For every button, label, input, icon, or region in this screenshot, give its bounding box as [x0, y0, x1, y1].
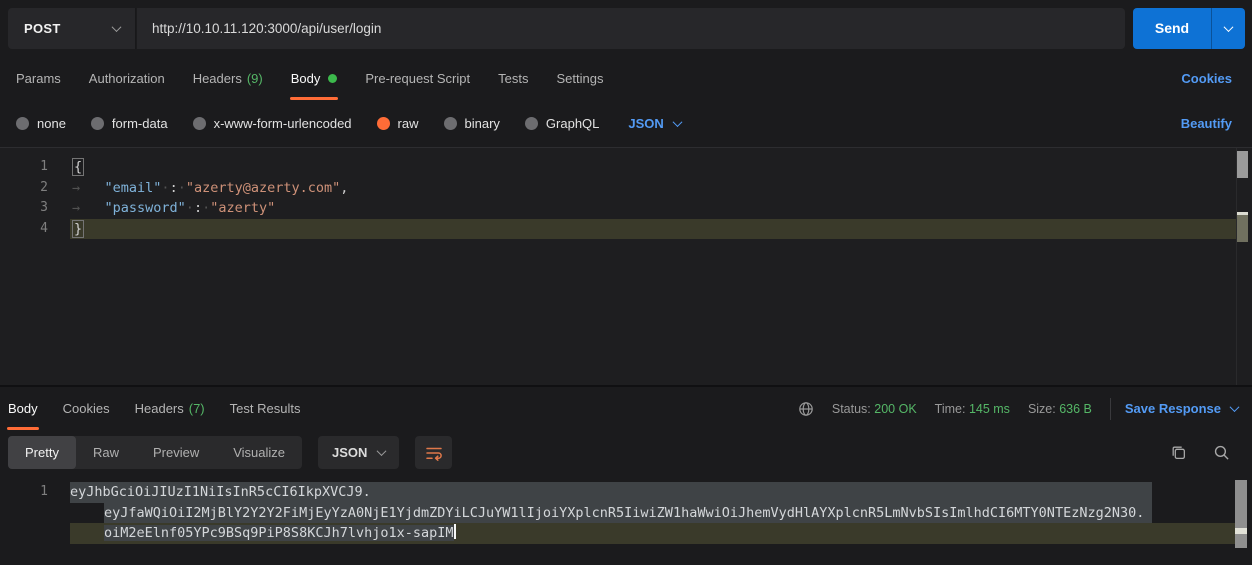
json-key: "password" — [105, 200, 186, 216]
response-tab-headers[interactable]: Headers(7) — [135, 387, 205, 430]
send-options-button[interactable] — [1211, 8, 1245, 49]
tab-body[interactable]: Body — [291, 57, 338, 100]
line-number: 3 — [0, 198, 48, 219]
request-body-editor[interactable]: 1 { 2 → "email"·:·"azerty@azerty.com", 3… — [0, 147, 1252, 385]
line-number: 2 — [0, 178, 48, 199]
view-visualize[interactable]: Visualize — [216, 436, 302, 469]
radio-selected-icon — [377, 117, 390, 130]
line-number: 1 — [0, 482, 48, 503]
response-line-wrapped: eyJfaWQiOiI2MjBlY2Y2Y2FiMjEyYzA0NjE1Yjdm… — [0, 503, 1252, 524]
response-view-switcher: Pretty Raw Preview Visualize — [8, 436, 302, 469]
request-tabs: Params Authorization Headers(9) Body Pre… — [0, 57, 1252, 100]
editor-scrollbar[interactable] — [1237, 151, 1248, 242]
vertical-divider — [1110, 398, 1111, 420]
chevron-down-icon — [1230, 402, 1240, 412]
code-line: 3 → "password"·:·"azerty" — [0, 198, 1252, 219]
scrollbar-cursor-marker — [1235, 528, 1247, 534]
response-body[interactable]: 1 eyJhbGciOiJIUzI1NiIsInR5cCI6IkpXVCJ9. … — [0, 475, 1252, 544]
code-line: 1 { — [0, 157, 1252, 178]
response-line: 1 eyJhbGciOiJIUzI1NiIsInR5cCI6IkpXVCJ9. — [0, 482, 1252, 503]
code-line-current: 4 } — [0, 219, 1252, 240]
url-input[interactable]: http://10.10.11.120:3000/api/user/login — [137, 8, 1125, 49]
view-raw[interactable]: Raw — [76, 436, 136, 469]
jwt-token-segment: eyJfaWQiOiI2MjBlY2Y2Y2FiMjEyYzA0NjE1Yjdm… — [104, 503, 1144, 524]
line-number: 4 — [0, 219, 48, 240]
tab-settings[interactable]: Settings — [556, 57, 603, 100]
word-wrap-icon — [425, 445, 443, 461]
response-headers-count: (7) — [189, 387, 205, 430]
response-meta: Status: 200 OK Time: 145 ms Size: 636 B … — [798, 398, 1238, 420]
indent-arrow: → — [72, 200, 105, 216]
response-line-wrapped-current: oiM2eElnf05YPc9BSq9PiP8S8KCJh7lvhjo1x-sa… — [0, 523, 1252, 544]
response-actions — [1170, 444, 1230, 461]
json-value: "azerty@azerty.com" — [186, 180, 340, 196]
http-method-select[interactable]: POST — [8, 8, 136, 49]
send-button-label: Send — [1133, 8, 1211, 49]
beautify-link[interactable]: Beautify — [1181, 116, 1232, 131]
response-toolbar: Pretty Raw Preview Visualize JSON — [0, 430, 1252, 475]
word-wrap-button[interactable] — [415, 436, 452, 469]
radio-none[interactable]: none — [16, 116, 66, 131]
response-tab-body[interactable]: Body — [8, 387, 38, 430]
http-method-label: POST — [24, 21, 61, 36]
response-tabs: Body Cookies Headers(7) Test Results Sta… — [0, 387, 1252, 430]
headers-count: (9) — [247, 57, 263, 100]
text-cursor — [454, 524, 456, 539]
scrollbar-thumb[interactable] — [1237, 151, 1248, 178]
chevron-down-icon — [112, 22, 122, 32]
view-preview[interactable]: Preview — [136, 436, 216, 469]
response-pane: Body Cookies Headers(7) Test Results Sta… — [0, 385, 1252, 565]
status-badge: Status: 200 OK — [832, 402, 917, 416]
line-number: 1 — [0, 157, 48, 178]
radio-raw[interactable]: raw — [377, 116, 419, 131]
body-mode-row: none form-data x-www-form-urlencoded raw… — [0, 100, 1252, 146]
raw-language-select[interactable]: JSON — [628, 116, 680, 131]
size-badge: Size: 636 B — [1028, 402, 1092, 416]
body-modified-dot — [328, 74, 337, 83]
tab-headers[interactable]: Headers(9) — [193, 57, 263, 100]
indent-arrow: → — [72, 180, 105, 196]
send-button[interactable]: Send — [1133, 8, 1245, 49]
current-line-highlight — [70, 219, 1236, 240]
request-url-bar: POST http://10.10.11.120:3000/api/user/l… — [0, 0, 1252, 57]
close-brace: } — [72, 220, 84, 238]
chevron-down-icon — [377, 446, 387, 456]
radio-graphql[interactable]: GraphQL — [525, 116, 599, 131]
radio-form-data[interactable]: form-data — [91, 116, 168, 131]
radio-circle-icon — [444, 117, 457, 130]
response-tab-cookies[interactable]: Cookies — [63, 387, 110, 430]
json-value: "azerty" — [210, 200, 275, 216]
radio-circle-icon — [193, 117, 206, 130]
open-brace: { — [72, 158, 84, 176]
tab-params[interactable]: Params — [16, 57, 61, 100]
network-globe-icon[interactable] — [798, 401, 814, 417]
active-tab-underline — [7, 427, 39, 430]
tab-authorization[interactable]: Authorization — [89, 57, 165, 100]
jwt-token-segment: oiM2eElnf05YPc9BSq9PiP8S8KCJh7lvhjo1x-sa… — [104, 525, 454, 541]
cursor-position-marker — [1237, 212, 1248, 242]
copy-icon[interactable] — [1170, 444, 1187, 461]
cookies-link[interactable]: Cookies — [1181, 71, 1232, 86]
radio-circle-icon — [525, 117, 538, 130]
json-key: "email" — [105, 180, 162, 196]
radio-circle-icon — [91, 117, 104, 130]
tab-tests[interactable]: Tests — [498, 57, 528, 100]
view-pretty[interactable]: Pretty — [8, 436, 76, 469]
response-scrollbar[interactable] — [1235, 480, 1247, 548]
tab-pre-request-script[interactable]: Pre-request Script — [365, 57, 470, 100]
radio-binary[interactable]: binary — [444, 116, 500, 131]
jwt-token-segment: eyJhbGciOiJIUzI1NiIsInR5cCI6IkpXVCJ9. — [70, 482, 371, 503]
response-tab-test-results[interactable]: Test Results — [230, 387, 301, 430]
search-icon[interactable] — [1213, 444, 1230, 461]
response-format-select[interactable]: JSON — [318, 436, 399, 469]
radio-x-www-form-urlencoded[interactable]: x-www-form-urlencoded — [193, 116, 352, 131]
radio-circle-icon — [16, 117, 29, 130]
chevron-down-icon — [1224, 22, 1234, 32]
save-response-button[interactable]: Save Response — [1125, 401, 1238, 416]
chevron-down-icon — [672, 117, 682, 127]
time-badge: Time: 145 ms — [935, 402, 1010, 416]
code-line: 2 → "email"·:·"azerty@azerty.com", — [0, 178, 1252, 199]
